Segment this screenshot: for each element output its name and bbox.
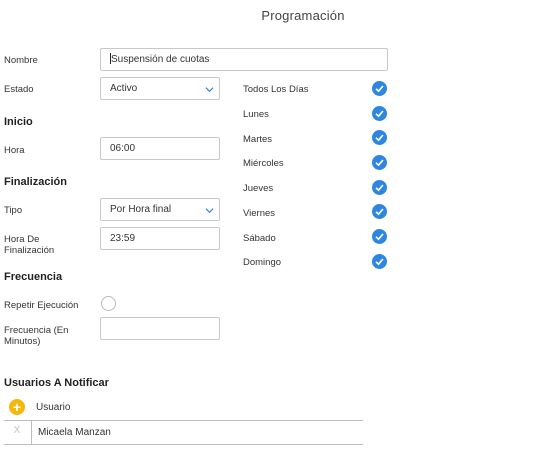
chevron-down-icon (205, 208, 214, 214)
repetir-toggle[interactable] (101, 296, 116, 311)
frecuencia-label: Frecuencia (En Minutos) (4, 325, 68, 347)
add-user-button[interactable]: + (9, 399, 25, 415)
tipo-label: Tipo (4, 205, 23, 216)
close-icon[interactable]: X (9, 423, 25, 439)
table-divider (4, 420, 363, 421)
hora-fin-label-line-1: Hora De (4, 234, 40, 245)
hora-label: Hora (4, 145, 25, 156)
check-circle-icon[interactable] (372, 204, 387, 219)
tipo-value: Por Hora final (110, 204, 172, 215)
row-separator (31, 420, 32, 444)
hora-fin-label: Hora De Finalización (4, 234, 54, 256)
tipo-select[interactable]: Por Hora final (100, 198, 220, 221)
nombre-value: Suspensión de cuotas (111, 54, 210, 65)
check-circle-icon[interactable] (372, 254, 387, 269)
page-title: Programación (261, 8, 345, 23)
day-label-lunes: Lunes (243, 109, 269, 120)
day-label-miercoles: Miércoles (243, 158, 284, 169)
check-circle-icon[interactable] (372, 130, 387, 145)
estado-value: Activo (110, 83, 138, 94)
frecuencia-label-line-1: Frecuencia (En (4, 325, 69, 336)
repetir-label: Repetir Ejecución (4, 300, 79, 311)
inicio-heading: Inicio (4, 116, 33, 128)
day-label-domingo: Domingo (243, 257, 282, 268)
estado-label: Estado (4, 84, 34, 95)
check-circle-icon[interactable] (372, 81, 387, 96)
frecuencia-heading: Frecuencia (4, 271, 63, 283)
day-label-martes: Martes (243, 134, 273, 145)
usuario-column-header: Usuario (36, 402, 71, 413)
day-label-sabado: Sábado (243, 233, 276, 244)
frecuencia-label-line-2: Minutos) (4, 336, 41, 347)
day-label-viernes: Viernes (243, 208, 276, 219)
hora-fin-input[interactable]: 23:59 (100, 227, 220, 250)
check-circle-icon[interactable] (372, 155, 387, 170)
day-label-todos: Todos Los Días (243, 84, 309, 95)
finalizacion-heading: Finalización (4, 176, 67, 188)
estado-select[interactable]: Activo (100, 77, 220, 100)
usuarios-heading: Usuarios A Notificar (4, 377, 109, 389)
check-circle-icon[interactable] (372, 229, 387, 244)
nombre-input[interactable]: Suspensión de cuotas (100, 48, 388, 71)
check-circle-icon[interactable] (372, 180, 387, 195)
hora-fin-label-line-2: Finalización (4, 245, 55, 256)
day-label-jueves: Jueves (243, 183, 274, 194)
frecuencia-input[interactable] (100, 317, 220, 340)
check-circle-icon[interactable] (372, 106, 387, 121)
scheduling-form: Programación Nombre Suspensión de cuotas… (0, 0, 542, 460)
table-divider (4, 444, 363, 445)
user-name: Micaela Manzan (38, 427, 111, 438)
chevron-down-icon (205, 87, 214, 93)
nombre-label: Nombre (4, 55, 38, 66)
hora-input[interactable]: 06:00 (100, 137, 220, 160)
